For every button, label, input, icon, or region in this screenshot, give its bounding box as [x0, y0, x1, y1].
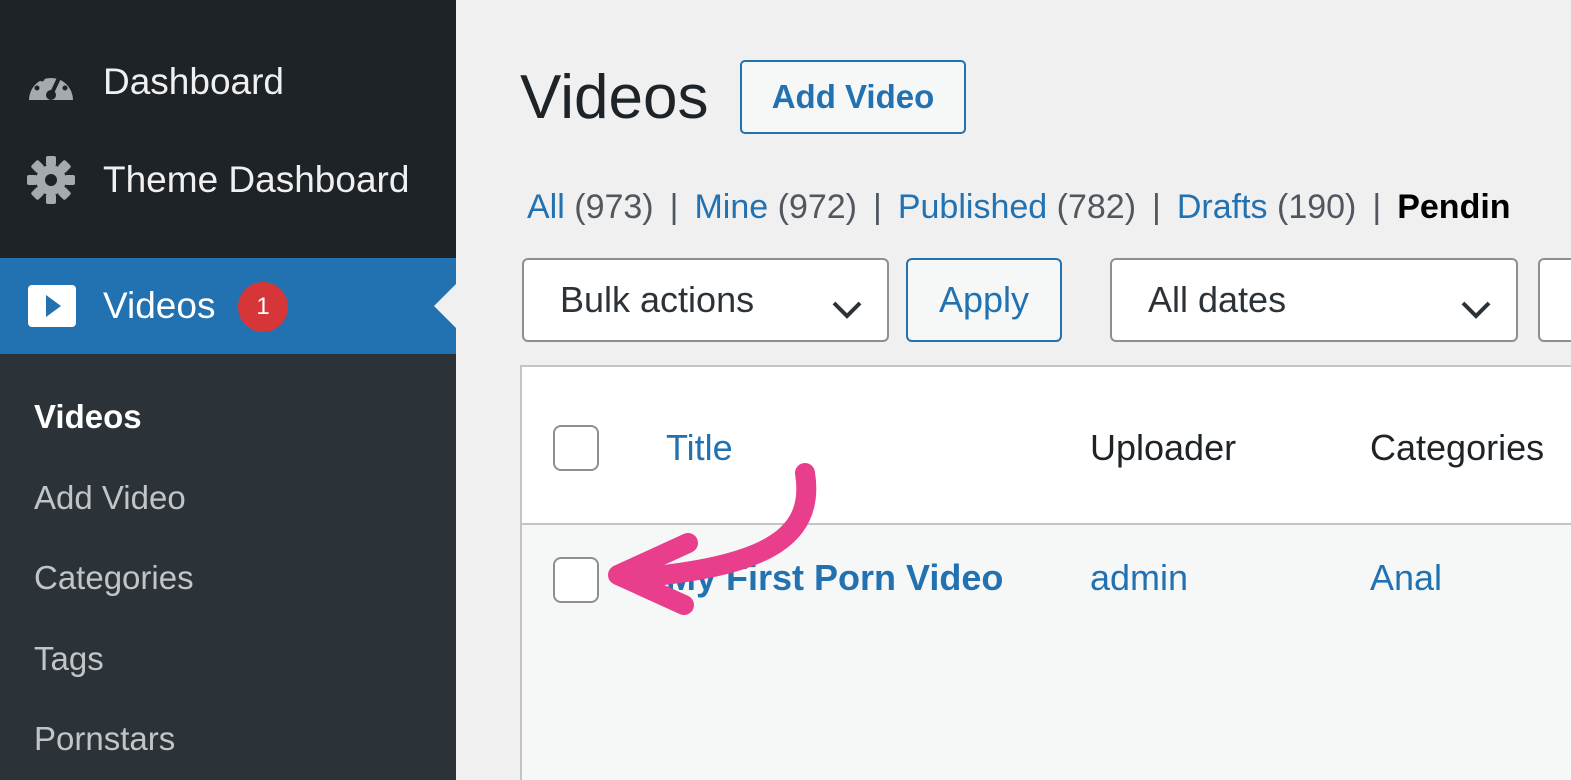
- filter-mine[interactable]: Mine (972): [694, 188, 857, 226]
- filter-count: (973): [574, 188, 654, 226]
- videos-table: Title Uploader Categories My First Porn …: [520, 365, 1571, 780]
- dates-filter-select[interactable]: All dates: [1110, 258, 1518, 342]
- dates-filter-value: All dates: [1148, 279, 1287, 320]
- category-link[interactable]: Anal: [1370, 557, 1442, 599]
- filter-separator: |: [873, 188, 882, 226]
- category-filter-select[interactable]: [1538, 258, 1571, 342]
- menu-item-label: Theme Dashboard: [103, 159, 410, 200]
- filter-separator: |: [1372, 188, 1382, 226]
- bulk-actions-select[interactable]: Bulk actions: [522, 258, 889, 342]
- filter-count: (190): [1277, 188, 1357, 226]
- submenu-item-videos[interactable]: Videos: [34, 398, 142, 436]
- filter-label: Drafts: [1176, 188, 1268, 226]
- filter-separator: |: [669, 188, 679, 226]
- select-all-checkbox[interactable]: [553, 425, 599, 471]
- filter-label: All: [527, 188, 565, 226]
- pending-count-badge: 1: [238, 282, 288, 332]
- chevron-down-icon: [831, 288, 863, 330]
- row-checkbox[interactable]: [553, 557, 599, 603]
- table-row: My First Porn Video admin Anal: [522, 525, 1571, 780]
- active-menu-caret: [434, 284, 456, 328]
- video-title-link[interactable]: My First Porn Video: [666, 557, 1003, 599]
- filter-published[interactable]: Published (782): [898, 188, 1136, 226]
- gear-icon: [26, 155, 76, 205]
- video-play-icon: [27, 284, 77, 328]
- status-filter-links: All (973) | Mine (972) | Published (782) | Dra…: [527, 188, 1511, 227]
- submenu-item-pornstars[interactable]: Pornstars: [34, 720, 175, 758]
- column-title[interactable]: Title: [666, 427, 733, 469]
- menu-item-theme-dashboard[interactable]: Theme Dashboard: [0, 140, 456, 220]
- filter-pending[interactable]: Pendin: [1397, 188, 1510, 226]
- add-video-button[interactable]: Add Video: [740, 60, 966, 134]
- column-categories: Categories: [1370, 427, 1545, 468]
- column-uploader: Uploader: [1090, 427, 1237, 468]
- videos-submenu: Videos Add Video Categories Tags Pornsta…: [0, 354, 456, 780]
- uploader-link[interactable]: admin: [1090, 557, 1188, 599]
- filter-label: Mine: [694, 188, 769, 226]
- table-header: Title Uploader Categories: [522, 367, 1571, 525]
- submenu-item-categories[interactable]: Categories: [34, 559, 194, 597]
- menu-item-videos[interactable]: Videos 1: [0, 258, 456, 354]
- dashboard-gauge-icon: [26, 57, 76, 107]
- submenu-item-add-video[interactable]: Add Video: [34, 479, 186, 517]
- filter-count: (782): [1056, 188, 1137, 226]
- filter-drafts[interactable]: Drafts (190): [1177, 188, 1357, 226]
- filter-all[interactable]: All (973): [527, 188, 654, 226]
- filter-label: Published: [897, 188, 1048, 226]
- chevron-down-icon: [1460, 288, 1492, 330]
- admin-sidebar: Dashboard Theme Dashboard Videos 1 Video…: [0, 0, 456, 780]
- submenu-item-tags[interactable]: Tags: [34, 640, 104, 678]
- menu-item-label: Videos: [103, 285, 216, 326]
- bulk-actions-value: Bulk actions: [560, 279, 755, 320]
- filter-count: (972): [777, 188, 857, 226]
- filter-separator: |: [1152, 188, 1161, 226]
- apply-button[interactable]: Apply: [906, 258, 1062, 342]
- menu-item-label: Dashboard: [103, 61, 285, 102]
- menu-item-dashboard[interactable]: Dashboard: [0, 42, 456, 122]
- page-title: Videos: [520, 63, 709, 132]
